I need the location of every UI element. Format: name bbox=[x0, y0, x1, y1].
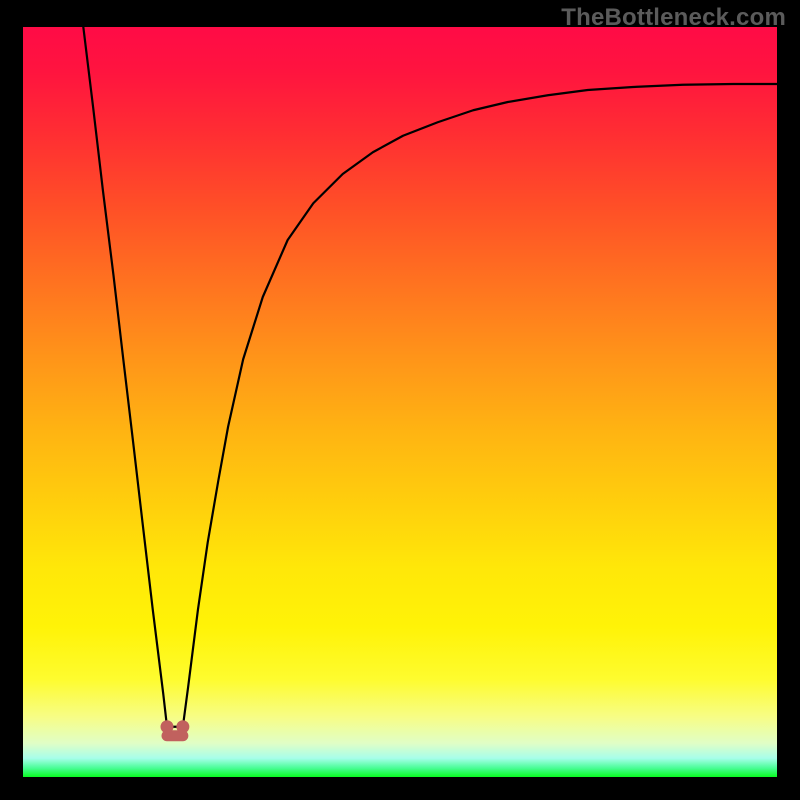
curve-svg bbox=[23, 27, 777, 777]
chart-frame: TheBottleneck.com bbox=[0, 0, 800, 800]
trough-right-dot bbox=[176, 720, 189, 733]
watermark-text: TheBottleneck.com bbox=[561, 4, 786, 32]
plot-area bbox=[23, 27, 777, 777]
trough-left-dot bbox=[161, 720, 174, 733]
main-curve bbox=[83, 27, 777, 727]
